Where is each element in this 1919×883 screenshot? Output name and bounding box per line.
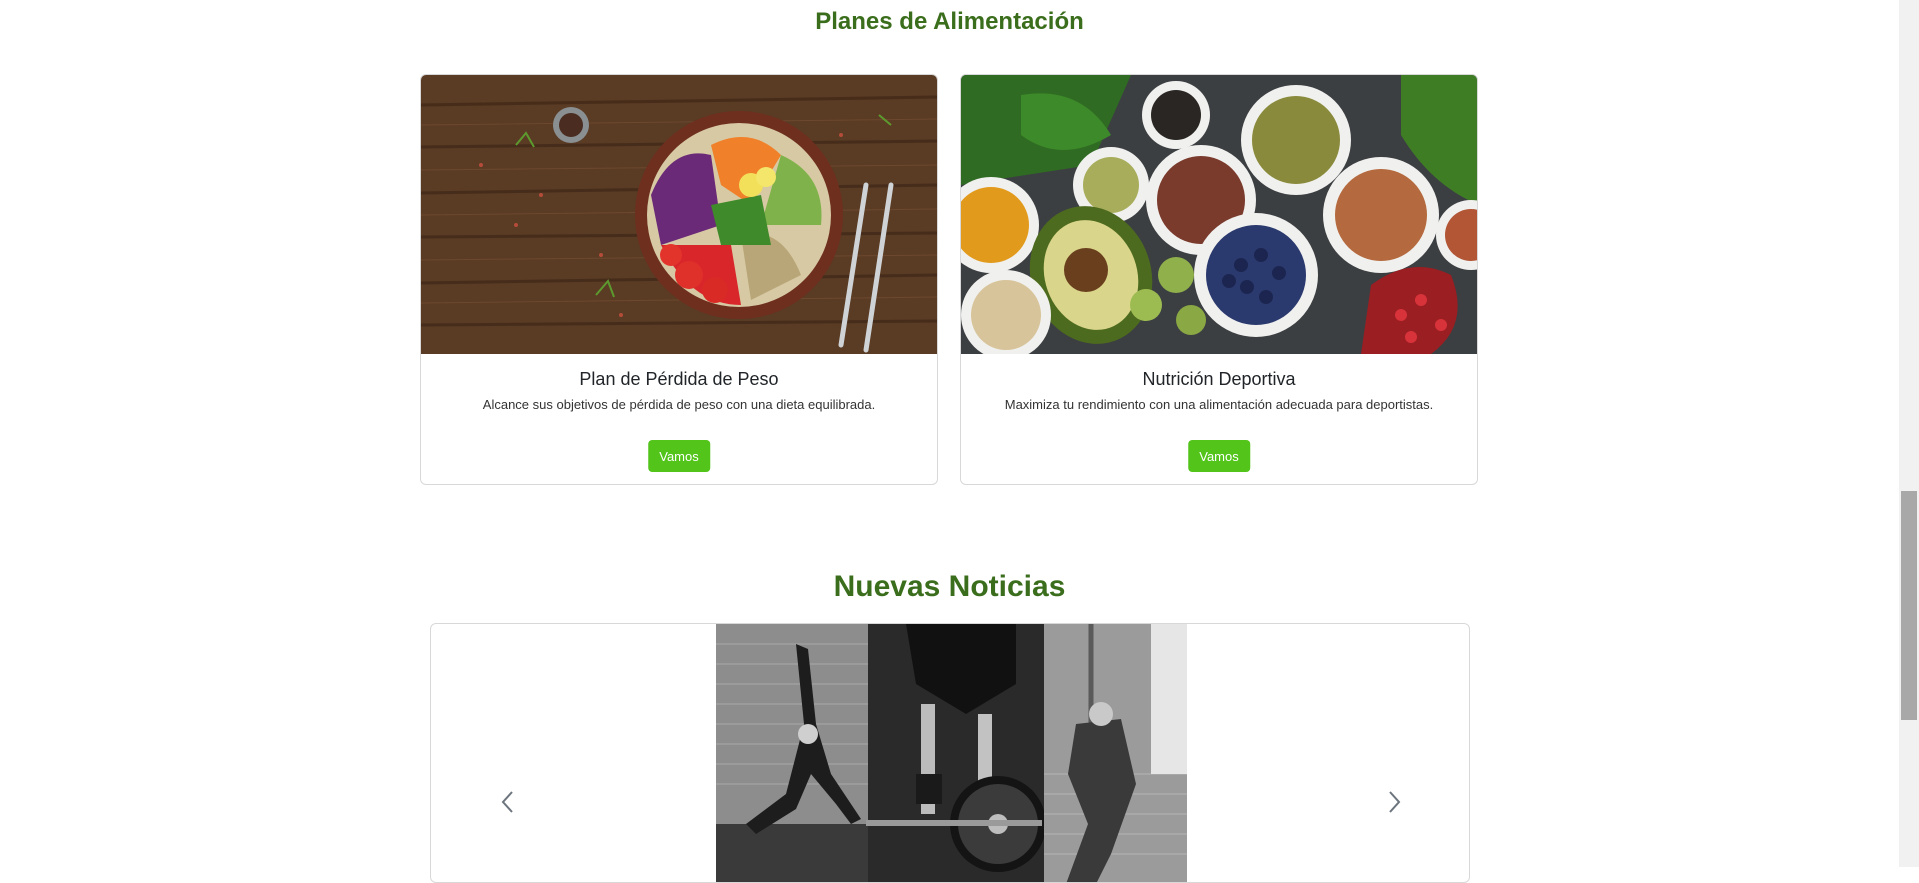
news-carousel — [430, 623, 1470, 883]
vamos-button[interactable]: Vamos — [1188, 440, 1250, 472]
plan-card-sports-nutrition: Nutrición Deportiva Maximiza tu rendimie… — [960, 74, 1478, 485]
vamos-button[interactable]: Vamos — [648, 440, 710, 472]
plan-image-superfoods — [961, 75, 1477, 354]
news-section-title: Nuevas Noticias — [833, 570, 1066, 603]
plans-section-title: Planes de Alimentación — [815, 8, 1084, 35]
plan-name: Plan de Pérdida de Peso — [579, 369, 779, 389]
plan-name: Nutrición Deportiva — [1142, 369, 1296, 389]
carousel-slide-image — [716, 624, 1187, 882]
carousel-prev-button[interactable] — [494, 787, 524, 817]
carousel-next-button[interactable] — [1378, 787, 1408, 817]
chevron-left-icon — [501, 791, 513, 813]
plan-card-weight-loss: Plan de Pérdida de Peso Alcance sus obje… — [420, 74, 938, 485]
plan-image-salad-bowl — [421, 75, 937, 354]
page: Planes de Alimentación Plan de Pérdida d… — [0, 0, 1899, 883]
plan-description: Maximiza tu rendimiento con una alimenta… — [1004, 397, 1434, 412]
chevron-right-icon — [1389, 791, 1401, 813]
scrollbar-thumb[interactable] — [1901, 491, 1917, 720]
plan-description: Alcance sus objetivos de pérdida de peso… — [482, 397, 876, 412]
page-scrollbar[interactable] — [1899, 0, 1919, 867]
